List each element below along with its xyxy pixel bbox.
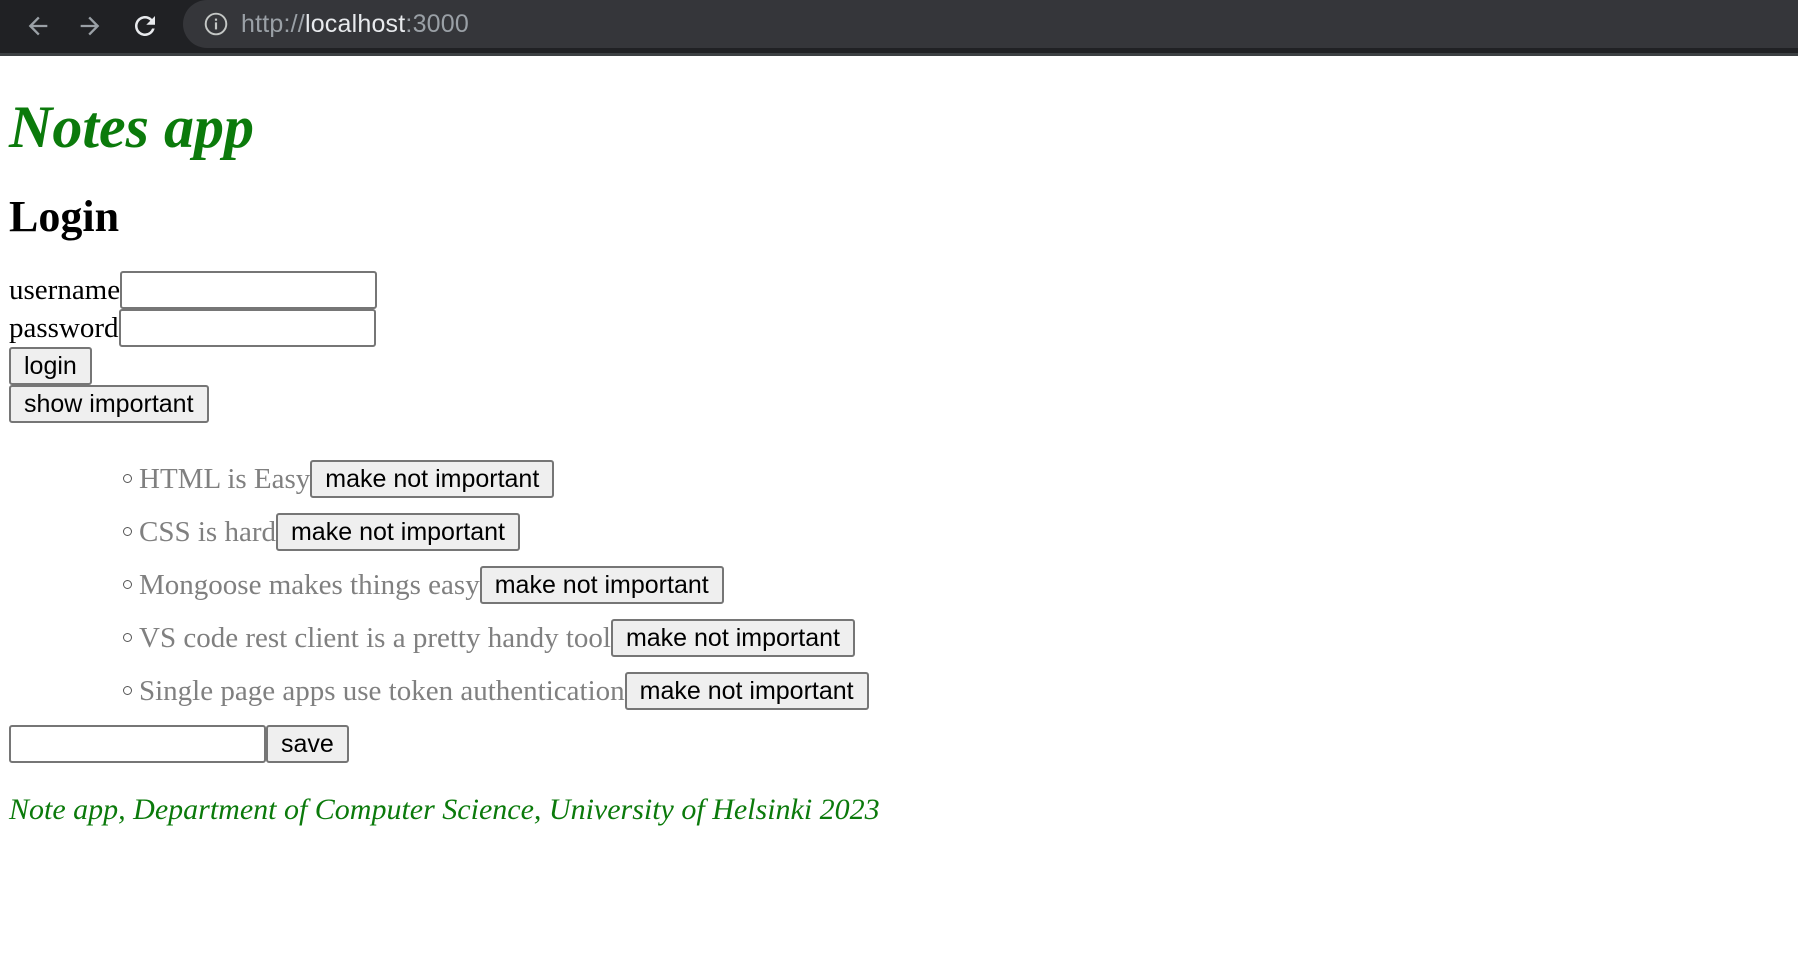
- note-item: VS code rest client is a pretty handy to…: [123, 619, 1789, 657]
- circle-bullet-icon: [123, 580, 132, 589]
- browser-toolbar: http://localhost:3000: [0, 0, 1798, 56]
- toggle-importance-button[interactable]: make not important: [275, 513, 520, 551]
- url-text: http://localhost:3000: [241, 10, 469, 39]
- forward-button[interactable]: [70, 6, 110, 46]
- new-note-form: save: [9, 725, 1789, 763]
- circle-bullet-icon: [123, 527, 132, 536]
- back-button[interactable]: [18, 6, 58, 46]
- note-item: CSS is hard make not important: [123, 513, 1789, 551]
- note-item: Mongoose makes things easy make not impor…: [123, 566, 1789, 604]
- note-content: VS code rest client is a pretty handy to…: [139, 621, 611, 654]
- username-row: username: [9, 271, 1789, 309]
- password-label: password: [9, 311, 119, 344]
- show-important-button[interactable]: show important: [9, 385, 209, 423]
- filter-row: show important: [9, 385, 1789, 423]
- reload-icon: [130, 11, 160, 41]
- password-row: password: [9, 309, 1789, 347]
- note-content: Mongoose makes things easy: [139, 568, 480, 601]
- circle-bullet-icon: [123, 474, 132, 483]
- toggle-importance-button[interactable]: make not important: [479, 566, 724, 604]
- notes-list: HTML is Easy make not important CSS is ha…: [9, 460, 1789, 710]
- arrow-right-icon: [76, 12, 104, 40]
- address-bar[interactable]: http://localhost:3000: [183, 0, 1798, 48]
- url-scheme: http://: [241, 9, 305, 38]
- info-icon[interactable]: [203, 11, 229, 37]
- toggle-importance-button[interactable]: make not important: [624, 672, 869, 710]
- password-input[interactable]: [118, 309, 376, 347]
- username-label: username: [9, 273, 121, 306]
- url-port: :3000: [405, 9, 469, 38]
- note-content: Single page apps use token authenticatio…: [139, 674, 625, 707]
- toggle-importance-button[interactable]: make not important: [310, 460, 555, 498]
- note-item: Single page apps use token authenticatio…: [123, 672, 1789, 710]
- note-item: HTML is Easy make not important: [123, 460, 1789, 498]
- arrow-left-icon: [24, 12, 52, 40]
- login-form: username password login: [9, 271, 1789, 385]
- username-input[interactable]: [120, 271, 378, 309]
- new-note-input[interactable]: [9, 725, 266, 763]
- save-button[interactable]: save: [266, 725, 349, 763]
- login-heading: Login: [9, 192, 120, 241]
- note-content: CSS is hard: [139, 515, 276, 548]
- circle-bullet-icon: [123, 686, 132, 695]
- circle-bullet-icon: [123, 633, 132, 642]
- page-content: Notes app Login username password login …: [9, 56, 1789, 827]
- login-button-row: login: [9, 347, 1789, 385]
- note-content: HTML is Easy: [139, 462, 311, 495]
- url-host: localhost: [304, 9, 406, 38]
- login-button[interactable]: login: [9, 347, 92, 385]
- footer-text: Note app, Department of Computer Science…: [9, 793, 880, 826]
- reload-button[interactable]: [125, 6, 165, 46]
- app-title: Notes app: [9, 94, 254, 160]
- toggle-importance-button[interactable]: make not important: [610, 619, 855, 657]
